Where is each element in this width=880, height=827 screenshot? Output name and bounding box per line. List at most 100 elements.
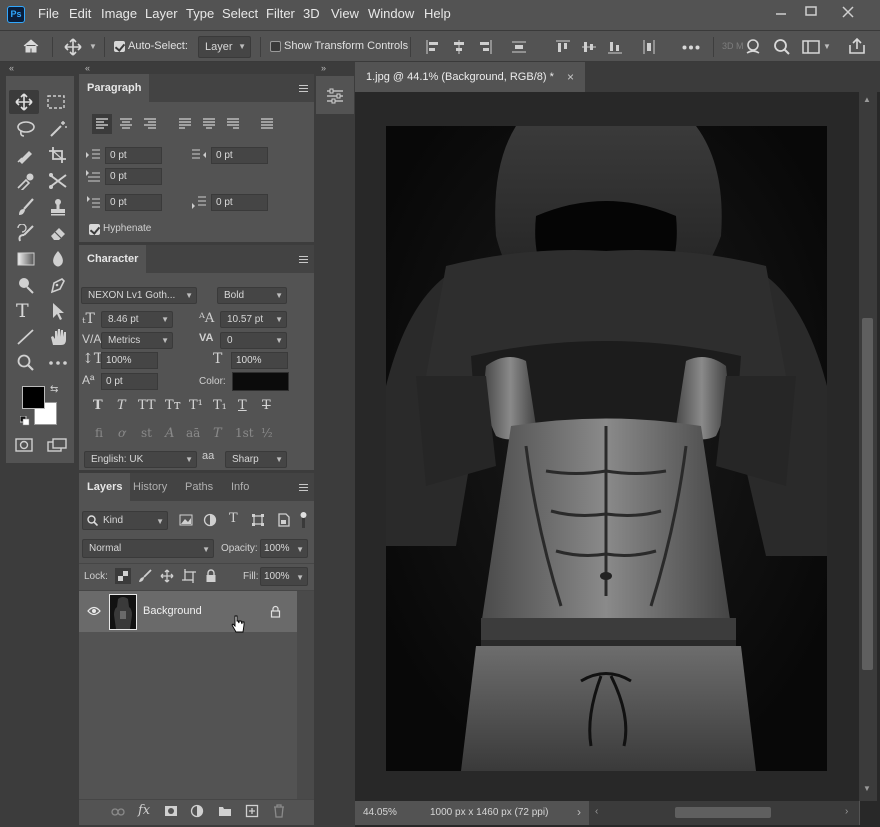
auto-select-checkbox[interactable] xyxy=(114,41,125,52)
align-left-edges-icon[interactable] xyxy=(425,39,441,55)
default-colors-icon[interactable] xyxy=(20,416,30,426)
layer-row[interactable]: Background xyxy=(79,591,297,633)
small-caps-button[interactable]: Tт xyxy=(165,398,181,413)
quick-mask-icon[interactable] xyxy=(15,438,33,452)
discretionary-ligatures-button[interactable]: st xyxy=(141,426,152,440)
new-group-folder-icon[interactable] xyxy=(218,805,232,817)
hand-tool-icon[interactable] xyxy=(48,328,68,346)
filter-type-icon[interactable]: T xyxy=(229,511,238,526)
strikethrough-button[interactable]: T xyxy=(262,398,271,413)
search-icon[interactable] xyxy=(773,38,791,56)
layer-style-fx-icon[interactable]: fx xyxy=(138,803,150,818)
vertical-scale-field[interactable]: 100% xyxy=(101,352,158,369)
lock-artboard-icon[interactable] xyxy=(182,569,196,583)
collapse-toolbar-icon[interactable]: « xyxy=(9,63,14,73)
document-image[interactable] xyxy=(386,126,827,771)
fill-field[interactable]: 100% ▼ xyxy=(260,567,308,586)
auto-select-target-dropdown[interactable]: Layer ▼ xyxy=(198,36,251,58)
close-window-button[interactable] xyxy=(837,3,859,21)
menu-file[interactable]: File xyxy=(38,6,59,21)
leading-field[interactable]: 10.57 pt ▼ xyxy=(220,311,287,328)
delete-layer-icon[interactable] xyxy=(272,804,286,818)
justify-all-button[interactable] xyxy=(257,114,277,134)
menu-filter[interactable]: Filter xyxy=(266,6,295,21)
orbit-3d-icon[interactable] xyxy=(744,38,762,56)
move-tool[interactable] xyxy=(9,90,39,114)
menu-layer[interactable]: Layer xyxy=(145,6,178,21)
filter-adjustment-icon[interactable] xyxy=(203,513,217,527)
font-style-dropdown[interactable]: Bold ▼ xyxy=(217,287,287,304)
all-caps-button[interactable]: TT xyxy=(138,398,156,413)
path-selection-tool-icon[interactable] xyxy=(48,302,68,320)
blur-tool-icon[interactable] xyxy=(48,250,68,268)
chevron-down-icon[interactable]: ▼ xyxy=(89,42,97,51)
home-icon[interactable] xyxy=(22,38,40,54)
subscript-button[interactable]: T₁ xyxy=(213,398,227,413)
tracking-dropdown[interactable]: 0 ▼ xyxy=(220,332,287,349)
eyedropper-alt-tool-icon[interactable] xyxy=(16,146,36,164)
swap-colors-icon[interactable]: ⇆ xyxy=(50,384,58,395)
history-brush-tool-icon[interactable] xyxy=(16,224,36,242)
line-tool-icon[interactable] xyxy=(16,328,36,346)
document-tab[interactable]: 1.jpg @ 44.1% (Background, RGB/8) * × xyxy=(355,62,585,92)
stylistic-alternates-button[interactable]: aā xyxy=(186,426,200,440)
align-top-edges-icon[interactable] xyxy=(555,39,571,55)
lock-position-icon[interactable] xyxy=(160,569,174,583)
scroll-down-icon[interactable]: ▼ xyxy=(863,784,871,793)
underline-button[interactable]: T xyxy=(238,398,247,413)
center-text-button[interactable] xyxy=(116,114,136,134)
horizontal-scroll-thumb[interactable] xyxy=(675,807,771,818)
lock-transparent-pixels-icon[interactable] xyxy=(115,568,131,584)
old-style-button[interactable]: ơ xyxy=(118,426,125,440)
font-size-field[interactable]: 8.46 pt ▼ xyxy=(101,311,173,328)
filter-toggle-switch[interactable] xyxy=(300,511,307,529)
tab-layers[interactable]: Layers xyxy=(79,473,131,501)
stamp-tool-icon[interactable] xyxy=(48,198,68,216)
eraser-tool-icon[interactable] xyxy=(48,224,68,242)
menu-view[interactable]: View xyxy=(331,6,359,21)
zoom-tool-icon[interactable] xyxy=(16,354,36,372)
content-aware-move-tool-icon[interactable] xyxy=(48,172,68,190)
close-tab-icon[interactable]: × xyxy=(567,62,574,92)
dodge-tool-icon[interactable] xyxy=(16,276,36,294)
ligatures-button[interactable]: fi xyxy=(95,426,103,440)
blend-mode-dropdown[interactable]: Normal ▼ xyxy=(82,539,214,558)
antialias-dropdown[interactable]: Sharp ▼ xyxy=(225,451,287,468)
indent-first-line-field[interactable]: 0 pt xyxy=(105,168,162,185)
layers-scrollbar[interactable] xyxy=(297,591,314,799)
justify-last-left-button[interactable] xyxy=(175,114,195,134)
new-layer-icon[interactable] xyxy=(245,804,259,818)
workspace-icon[interactable] xyxy=(802,39,820,55)
menu-image[interactable]: Image xyxy=(101,6,137,21)
filter-pixel-icon[interactable] xyxy=(179,514,193,526)
justify-last-center-button[interactable] xyxy=(199,114,219,134)
opacity-field[interactable]: 100% ▼ xyxy=(260,539,308,558)
kerning-dropdown[interactable]: Metrics ▼ xyxy=(101,332,173,349)
baseline-shift-field[interactable]: 0 pt xyxy=(101,373,158,390)
faux-bold-button[interactable]: T xyxy=(93,398,103,413)
align-right-edges-icon[interactable] xyxy=(477,39,493,55)
layer-filter-dropdown[interactable]: Kind ▼ xyxy=(82,511,168,530)
crop-tool-icon[interactable] xyxy=(48,146,68,164)
tab-history[interactable]: History xyxy=(125,473,175,501)
eyedropper-tool-icon[interactable] xyxy=(16,172,36,190)
pen-tool-icon[interactable] xyxy=(48,276,68,294)
share-icon[interactable] xyxy=(848,37,866,55)
restore-button[interactable] xyxy=(800,3,822,21)
space-before-field[interactable]: 0 pt xyxy=(105,194,162,211)
lock-image-pixels-icon[interactable] xyxy=(138,569,152,583)
move-tool-preset-icon[interactable] xyxy=(64,38,82,56)
properties-icon[interactable] xyxy=(326,88,344,104)
align-text-left-button[interactable] xyxy=(92,114,112,134)
menu-edit[interactable]: Edit xyxy=(69,6,91,21)
eye-icon[interactable] xyxy=(87,606,101,616)
align-vertical-centers-icon[interactable] xyxy=(581,39,597,55)
zoom-level[interactable]: 44.05% xyxy=(363,807,397,818)
superscript-button[interactable]: T¹ xyxy=(189,398,203,413)
titling-alternates-button[interactable]: T xyxy=(213,426,222,441)
horizontal-scrollbar[interactable]: ‹ › xyxy=(589,801,859,825)
fractions-button[interactable]: ½ xyxy=(261,426,273,440)
vertical-scrollbar[interactable]: ▲ ▼ xyxy=(859,92,877,801)
menu-window[interactable]: Window xyxy=(368,6,414,21)
faux-italic-button[interactable]: T xyxy=(117,398,126,413)
